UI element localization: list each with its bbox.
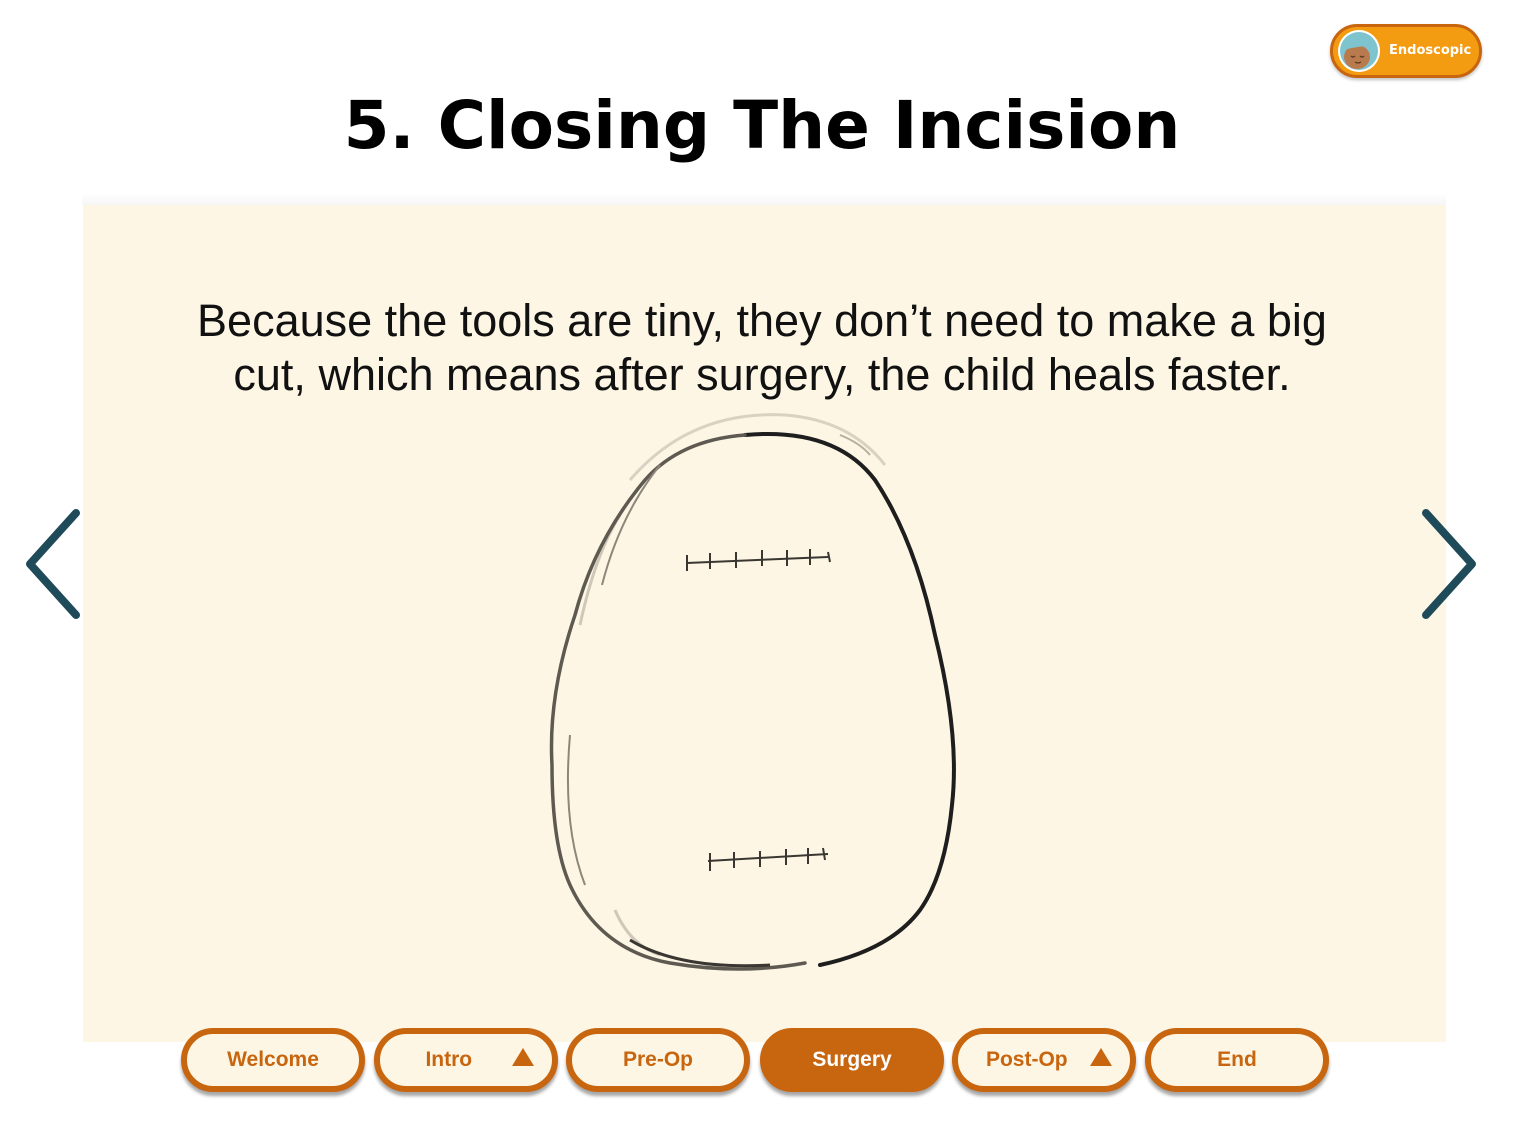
- previous-slide-button[interactable]: [20, 505, 84, 623]
- chevron-left-icon: [26, 509, 80, 619]
- nav-label: Intro: [425, 1048, 473, 1071]
- endoscopic-badge-button[interactable]: Endoscopic: [1330, 24, 1482, 78]
- nav-pre-op-button[interactable]: Pre-Op: [566, 1028, 750, 1092]
- nav-label: Pre-Op: [622, 1048, 693, 1071]
- nav-welcome-button[interactable]: Welcome: [181, 1028, 365, 1092]
- nav-label: End: [1217, 1048, 1257, 1071]
- nav-end-button[interactable]: End: [1145, 1028, 1329, 1092]
- nav-intro-button[interactable]: Intro: [374, 1028, 558, 1092]
- panel-top-shadow: [82, 193, 1446, 205]
- nav-label: Post-Op: [985, 1048, 1068, 1071]
- page-title: 5. Closing The Incision: [343, 87, 1181, 164]
- child-avatar-icon: [1338, 30, 1380, 72]
- next-slide-button[interactable]: [1416, 505, 1480, 623]
- slide-caption: Because the tools are tiny, they don’t n…: [197, 295, 1327, 400]
- nav-label: Welcome: [227, 1048, 319, 1071]
- caret-up-icon: [512, 1048, 534, 1066]
- nav-post-op-button[interactable]: Post-Op: [952, 1028, 1136, 1092]
- nav-surgery-button[interactable]: Surgery: [760, 1028, 944, 1092]
- caret-up-icon: [1090, 1048, 1112, 1066]
- nav-label: Surgery: [812, 1048, 892, 1071]
- head-with-stitches-illustration: [540, 405, 970, 985]
- badge-label: Endoscopic: [1389, 43, 1472, 58]
- chevron-right-icon: [1422, 509, 1476, 619]
